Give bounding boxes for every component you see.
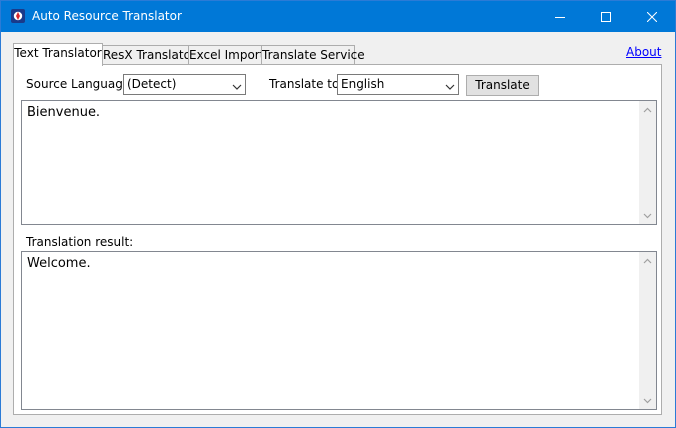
close-icon — [647, 11, 657, 22]
target-language-select[interactable]: English — [337, 74, 459, 95]
source-text-content: Bienvenue. — [27, 105, 101, 120]
tab-resx-translator[interactable]: ResX Translator — [102, 45, 196, 65]
maximize-icon — [601, 11, 611, 22]
scroll-down-icon[interactable] — [639, 207, 656, 224]
source-language-value: (Detect) — [127, 77, 177, 91]
translation-result-content: Welcome. — [27, 256, 91, 271]
maximize-button[interactable] — [583, 1, 629, 32]
text-translator-panel: Source Language: (Detect) Translate to: … — [13, 64, 662, 415]
tab-label: Translate Service — [262, 48, 365, 62]
source-text-input[interactable]: Bienvenue. — [21, 100, 657, 225]
tab-translate-service[interactable]: Translate Service — [261, 45, 365, 65]
window-title: Auto Resource Translator — [32, 9, 182, 23]
scroll-down-icon[interactable] — [639, 392, 656, 409]
minimize-button[interactable] — [537, 1, 583, 32]
source-language-select[interactable]: (Detect) — [123, 74, 246, 95]
app-icon — [11, 9, 25, 23]
scroll-up-icon[interactable] — [639, 252, 656, 269]
scroll-up-icon[interactable] — [639, 101, 656, 118]
tab-excel-import[interactable]: Excel Import — [188, 45, 265, 65]
translation-result-label: Translation result: — [26, 235, 134, 249]
result-scrollbar[interactable] — [639, 252, 656, 409]
tab-label: Excel Import — [189, 48, 265, 62]
source-language-label: Source Language: — [26, 77, 135, 91]
target-language-label: Translate to: — [269, 77, 344, 91]
target-language-value: English — [341, 77, 385, 91]
minimize-icon — [555, 12, 565, 22]
translate-button[interactable]: Translate — [466, 75, 539, 96]
chevron-down-icon — [445, 80, 455, 94]
chevron-down-icon — [232, 80, 242, 94]
tab-label: Text Translator — [14, 46, 102, 60]
translation-result-output[interactable]: Welcome. — [21, 251, 657, 410]
close-button[interactable] — [629, 1, 675, 32]
about-link[interactable]: About — [626, 45, 661, 59]
tab-label: ResX Translator — [103, 48, 196, 62]
tab-text-translator[interactable]: Text Translator — [13, 43, 103, 66]
app-window: Auto Resource Translator Text Translator… — [0, 0, 676, 428]
source-scrollbar[interactable] — [639, 101, 656, 224]
title-bar[interactable]: Auto Resource Translator — [1, 1, 675, 32]
